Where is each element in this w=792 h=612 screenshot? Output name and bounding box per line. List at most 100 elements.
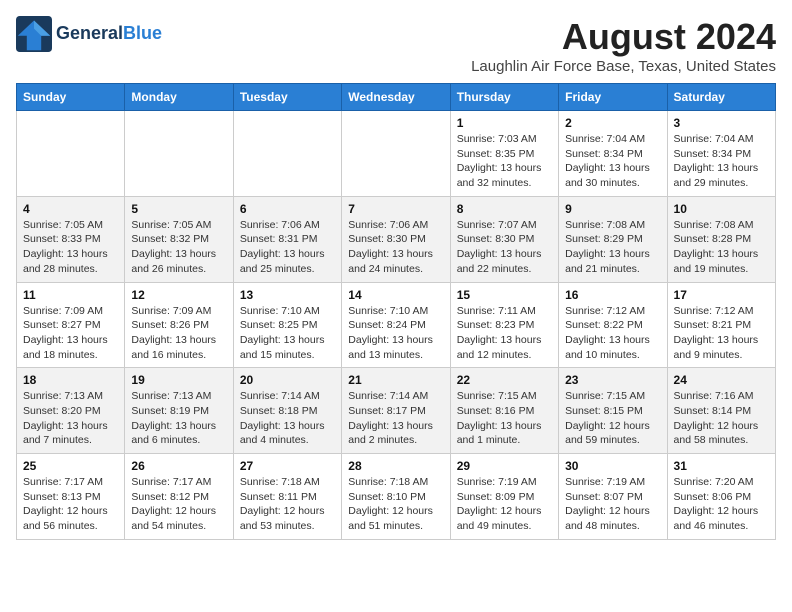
day-number: 13 bbox=[240, 288, 335, 302]
day-info: Sunrise: 7:12 AMSunset: 8:21 PMDaylight:… bbox=[674, 304, 769, 363]
logo-icon bbox=[16, 16, 52, 52]
day-number: 21 bbox=[348, 373, 443, 387]
day-info: Sunrise: 7:13 AMSunset: 8:20 PMDaylight:… bbox=[23, 389, 118, 448]
header-day-sunday: Sunday bbox=[17, 84, 125, 111]
day-info: Sunrise: 7:06 AMSunset: 8:30 PMDaylight:… bbox=[348, 218, 443, 277]
header-day-tuesday: Tuesday bbox=[233, 84, 341, 111]
day-number: 17 bbox=[674, 288, 769, 302]
calendar-header: SundayMondayTuesdayWednesdayThursdayFrid… bbox=[17, 84, 776, 111]
day-info: Sunrise: 7:03 AMSunset: 8:35 PMDaylight:… bbox=[457, 132, 552, 191]
calendar-cell bbox=[233, 111, 341, 197]
day-number: 10 bbox=[674, 202, 769, 216]
calendar-table: SundayMondayTuesdayWednesdayThursdayFrid… bbox=[16, 83, 776, 540]
day-info: Sunrise: 7:14 AMSunset: 8:18 PMDaylight:… bbox=[240, 389, 335, 448]
header-day-friday: Friday bbox=[559, 84, 667, 111]
calendar-cell: 9Sunrise: 7:08 AMSunset: 8:29 PMDaylight… bbox=[559, 196, 667, 282]
calendar-cell: 1 Sunrise: 7:03 AMSunset: 8:35 PMDaylight… bbox=[450, 111, 558, 197]
day-number: 27 bbox=[240, 459, 335, 473]
header-row: SundayMondayTuesdayWednesdayThursdayFrid… bbox=[17, 84, 776, 111]
calendar-week-5: 25 Sunrise: 7:17 AMSunset: 8:13 PMDayligh… bbox=[17, 454, 776, 540]
day-number: 30 bbox=[565, 459, 660, 473]
calendar-cell: 13Sunrise: 7:10 AMSunset: 8:25 PMDayligh… bbox=[233, 282, 341, 368]
day-info: Sunrise: 7:08 AMSunset: 8:29 PMDaylight:… bbox=[565, 218, 660, 277]
day-info: Sunrise: 7:09 AMSunset: 8:26 PMDaylight:… bbox=[131, 304, 226, 363]
logo: GeneralBlue bbox=[16, 16, 162, 52]
day-number: 12 bbox=[131, 288, 226, 302]
calendar-cell: 6 Sunrise: 7:06 AMSunset: 8:31 PMDaylight… bbox=[233, 196, 341, 282]
day-info: Sunrise: 7:07 AMSunset: 8:30 PMDaylight:… bbox=[457, 218, 552, 277]
calendar-cell: 15 Sunrise: 7:11 AMSunset: 8:23 PMDayligh… bbox=[450, 282, 558, 368]
day-info: Sunrise: 7:11 AMSunset: 8:23 PMDaylight:… bbox=[457, 304, 552, 363]
calendar-cell: 20 Sunrise: 7:14 AMSunset: 8:18 PMDayligh… bbox=[233, 368, 341, 454]
calendar-cell: 16 Sunrise: 7:12 AMSunset: 8:22 PMDayligh… bbox=[559, 282, 667, 368]
logo-text: GeneralBlue bbox=[56, 24, 162, 44]
calendar-cell: 27 Sunrise: 7:18 AMSunset: 8:11 PMDayligh… bbox=[233, 454, 341, 540]
title-block: August 2024 Laughlin Air Force Base, Tex… bbox=[471, 16, 776, 75]
day-number: 28 bbox=[348, 459, 443, 473]
day-number: 20 bbox=[240, 373, 335, 387]
calendar-cell: 12 Sunrise: 7:09 AMSunset: 8:26 PMDayligh… bbox=[125, 282, 233, 368]
day-info: Sunrise: 7:17 AMSunset: 8:13 PMDaylight:… bbox=[23, 475, 118, 534]
calendar-cell bbox=[125, 111, 233, 197]
calendar-cell: 5Sunrise: 7:05 AMSunset: 8:32 PMDaylight… bbox=[125, 196, 233, 282]
day-number: 6 bbox=[240, 202, 335, 216]
day-info: Sunrise: 7:19 AMSunset: 8:09 PMDaylight:… bbox=[457, 475, 552, 534]
day-number: 25 bbox=[23, 459, 118, 473]
day-number: 31 bbox=[674, 459, 769, 473]
day-number: 16 bbox=[565, 288, 660, 302]
calendar-cell: 31 Sunrise: 7:20 AMSunset: 8:06 PMDayligh… bbox=[667, 454, 775, 540]
calendar-cell bbox=[17, 111, 125, 197]
header-day-thursday: Thursday bbox=[450, 84, 558, 111]
day-number: 1 bbox=[457, 116, 552, 130]
day-number: 5 bbox=[131, 202, 226, 216]
header-day-saturday: Saturday bbox=[667, 84, 775, 111]
calendar-body: 1 Sunrise: 7:03 AMSunset: 8:35 PMDaylight… bbox=[17, 111, 776, 540]
day-info: Sunrise: 7:04 AMSunset: 8:34 PMDaylight:… bbox=[565, 132, 660, 191]
day-number: 8 bbox=[457, 202, 552, 216]
calendar-cell: 23Sunrise: 7:15 AMSunset: 8:15 PMDayligh… bbox=[559, 368, 667, 454]
calendar-cell: 28Sunrise: 7:18 AMSunset: 8:10 PMDayligh… bbox=[342, 454, 450, 540]
day-number: 26 bbox=[131, 459, 226, 473]
page-header: GeneralBlue August 2024 Laughlin Air For… bbox=[16, 16, 776, 75]
day-info: Sunrise: 7:17 AMSunset: 8:12 PMDaylight:… bbox=[131, 475, 226, 534]
calendar-cell: 8 Sunrise: 7:07 AMSunset: 8:30 PMDaylight… bbox=[450, 196, 558, 282]
calendar-week-4: 18 Sunrise: 7:13 AMSunset: 8:20 PMDayligh… bbox=[17, 368, 776, 454]
calendar-cell: 14Sunrise: 7:10 AMSunset: 8:24 PMDayligh… bbox=[342, 282, 450, 368]
day-info: Sunrise: 7:10 AMSunset: 8:24 PMDaylight:… bbox=[348, 304, 443, 363]
header-day-monday: Monday bbox=[125, 84, 233, 111]
calendar-cell: 2Sunrise: 7:04 AMSunset: 8:34 PMDaylight… bbox=[559, 111, 667, 197]
calendar-cell: 17 Sunrise: 7:12 AMSunset: 8:21 PMDayligh… bbox=[667, 282, 775, 368]
day-number: 24 bbox=[674, 373, 769, 387]
calendar-cell: 30Sunrise: 7:19 AMSunset: 8:07 PMDayligh… bbox=[559, 454, 667, 540]
calendar-cell: 22Sunrise: 7:15 AMSunset: 8:16 PMDayligh… bbox=[450, 368, 558, 454]
day-number: 15 bbox=[457, 288, 552, 302]
day-info: Sunrise: 7:08 AMSunset: 8:28 PMDaylight:… bbox=[674, 218, 769, 277]
day-number: 18 bbox=[23, 373, 118, 387]
calendar-cell: 26 Sunrise: 7:17 AMSunset: 8:12 PMDayligh… bbox=[125, 454, 233, 540]
day-number: 3 bbox=[674, 116, 769, 130]
calendar-cell: 3 Sunrise: 7:04 AMSunset: 8:34 PMDaylight… bbox=[667, 111, 775, 197]
day-info: Sunrise: 7:18 AMSunset: 8:11 PMDaylight:… bbox=[240, 475, 335, 534]
day-info: Sunrise: 7:06 AMSunset: 8:31 PMDaylight:… bbox=[240, 218, 335, 277]
calendar-week-3: 11Sunrise: 7:09 AMSunset: 8:27 PMDayligh… bbox=[17, 282, 776, 368]
calendar-cell: 25 Sunrise: 7:17 AMSunset: 8:13 PMDayligh… bbox=[17, 454, 125, 540]
calendar-week-2: 4Sunrise: 7:05 AMSunset: 8:33 PMDaylight… bbox=[17, 196, 776, 282]
calendar-cell: 29 Sunrise: 7:19 AMSunset: 8:09 PMDayligh… bbox=[450, 454, 558, 540]
day-info: Sunrise: 7:14 AMSunset: 8:17 PMDaylight:… bbox=[348, 389, 443, 448]
calendar-cell: 19Sunrise: 7:13 AMSunset: 8:19 PMDayligh… bbox=[125, 368, 233, 454]
day-info: Sunrise: 7:12 AMSunset: 8:22 PMDaylight:… bbox=[565, 304, 660, 363]
day-number: 29 bbox=[457, 459, 552, 473]
calendar-cell: 24 Sunrise: 7:16 AMSunset: 8:14 PMDayligh… bbox=[667, 368, 775, 454]
day-info: Sunrise: 7:15 AMSunset: 8:16 PMDaylight:… bbox=[457, 389, 552, 448]
location: Laughlin Air Force Base, Texas, United S… bbox=[471, 58, 776, 75]
day-info: Sunrise: 7:09 AMSunset: 8:27 PMDaylight:… bbox=[23, 304, 118, 363]
month-year: August 2024 bbox=[471, 16, 776, 58]
day-info: Sunrise: 7:16 AMSunset: 8:14 PMDaylight:… bbox=[674, 389, 769, 448]
calendar-cell bbox=[342, 111, 450, 197]
day-info: Sunrise: 7:05 AMSunset: 8:33 PMDaylight:… bbox=[23, 218, 118, 277]
calendar-cell: 21 Sunrise: 7:14 AMSunset: 8:17 PMDayligh… bbox=[342, 368, 450, 454]
day-info: Sunrise: 7:04 AMSunset: 8:34 PMDaylight:… bbox=[674, 132, 769, 191]
calendar-cell: 4Sunrise: 7:05 AMSunset: 8:33 PMDaylight… bbox=[17, 196, 125, 282]
day-info: Sunrise: 7:20 AMSunset: 8:06 PMDaylight:… bbox=[674, 475, 769, 534]
day-number: 19 bbox=[131, 373, 226, 387]
